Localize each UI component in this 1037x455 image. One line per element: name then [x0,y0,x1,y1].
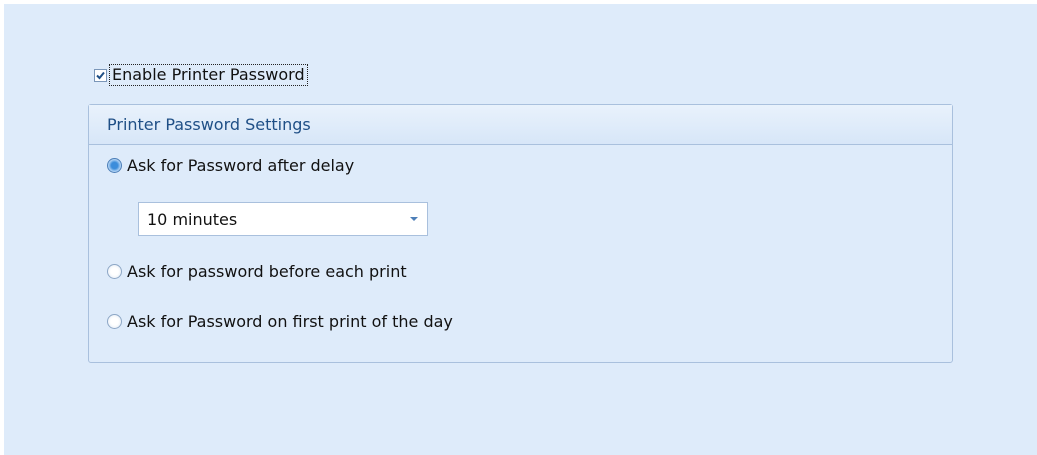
radio-option-after-delay[interactable]: Ask for Password after delay [107,154,354,176]
enable-printer-password-checkbox[interactable]: Enable Printer Password [94,64,308,86]
group-title: Printer Password Settings [89,105,952,145]
radio-option-first-print-of-day[interactable]: Ask for Password on first print of the d… [107,310,453,332]
delay-dropdown-value: 10 minutes [147,209,238,229]
radio-button[interactable] [107,263,122,279]
delay-dropdown[interactable]: 10 minutes [138,202,428,236]
enable-printer-password-label: Enable Printer Password [109,64,308,86]
settings-panel: Enable Printer Password Printer Password… [4,4,1037,455]
checkbox-box[interactable] [94,68,107,82]
checkmark-icon [96,71,105,79]
printer-password-settings-group: Printer Password Settings Ask for Passwo… [88,104,953,363]
radio-button-selected[interactable] [107,157,122,173]
chevron-down-icon[interactable] [409,216,419,222]
radio-button[interactable] [107,313,122,329]
radio-label-first-print-of-day: Ask for Password on first print of the d… [127,311,453,331]
radio-label-before-each-print: Ask for password before each print [127,261,407,281]
radio-label-after-delay: Ask for Password after delay [127,155,355,175]
radio-option-before-each-print[interactable]: Ask for password before each print [107,260,407,282]
